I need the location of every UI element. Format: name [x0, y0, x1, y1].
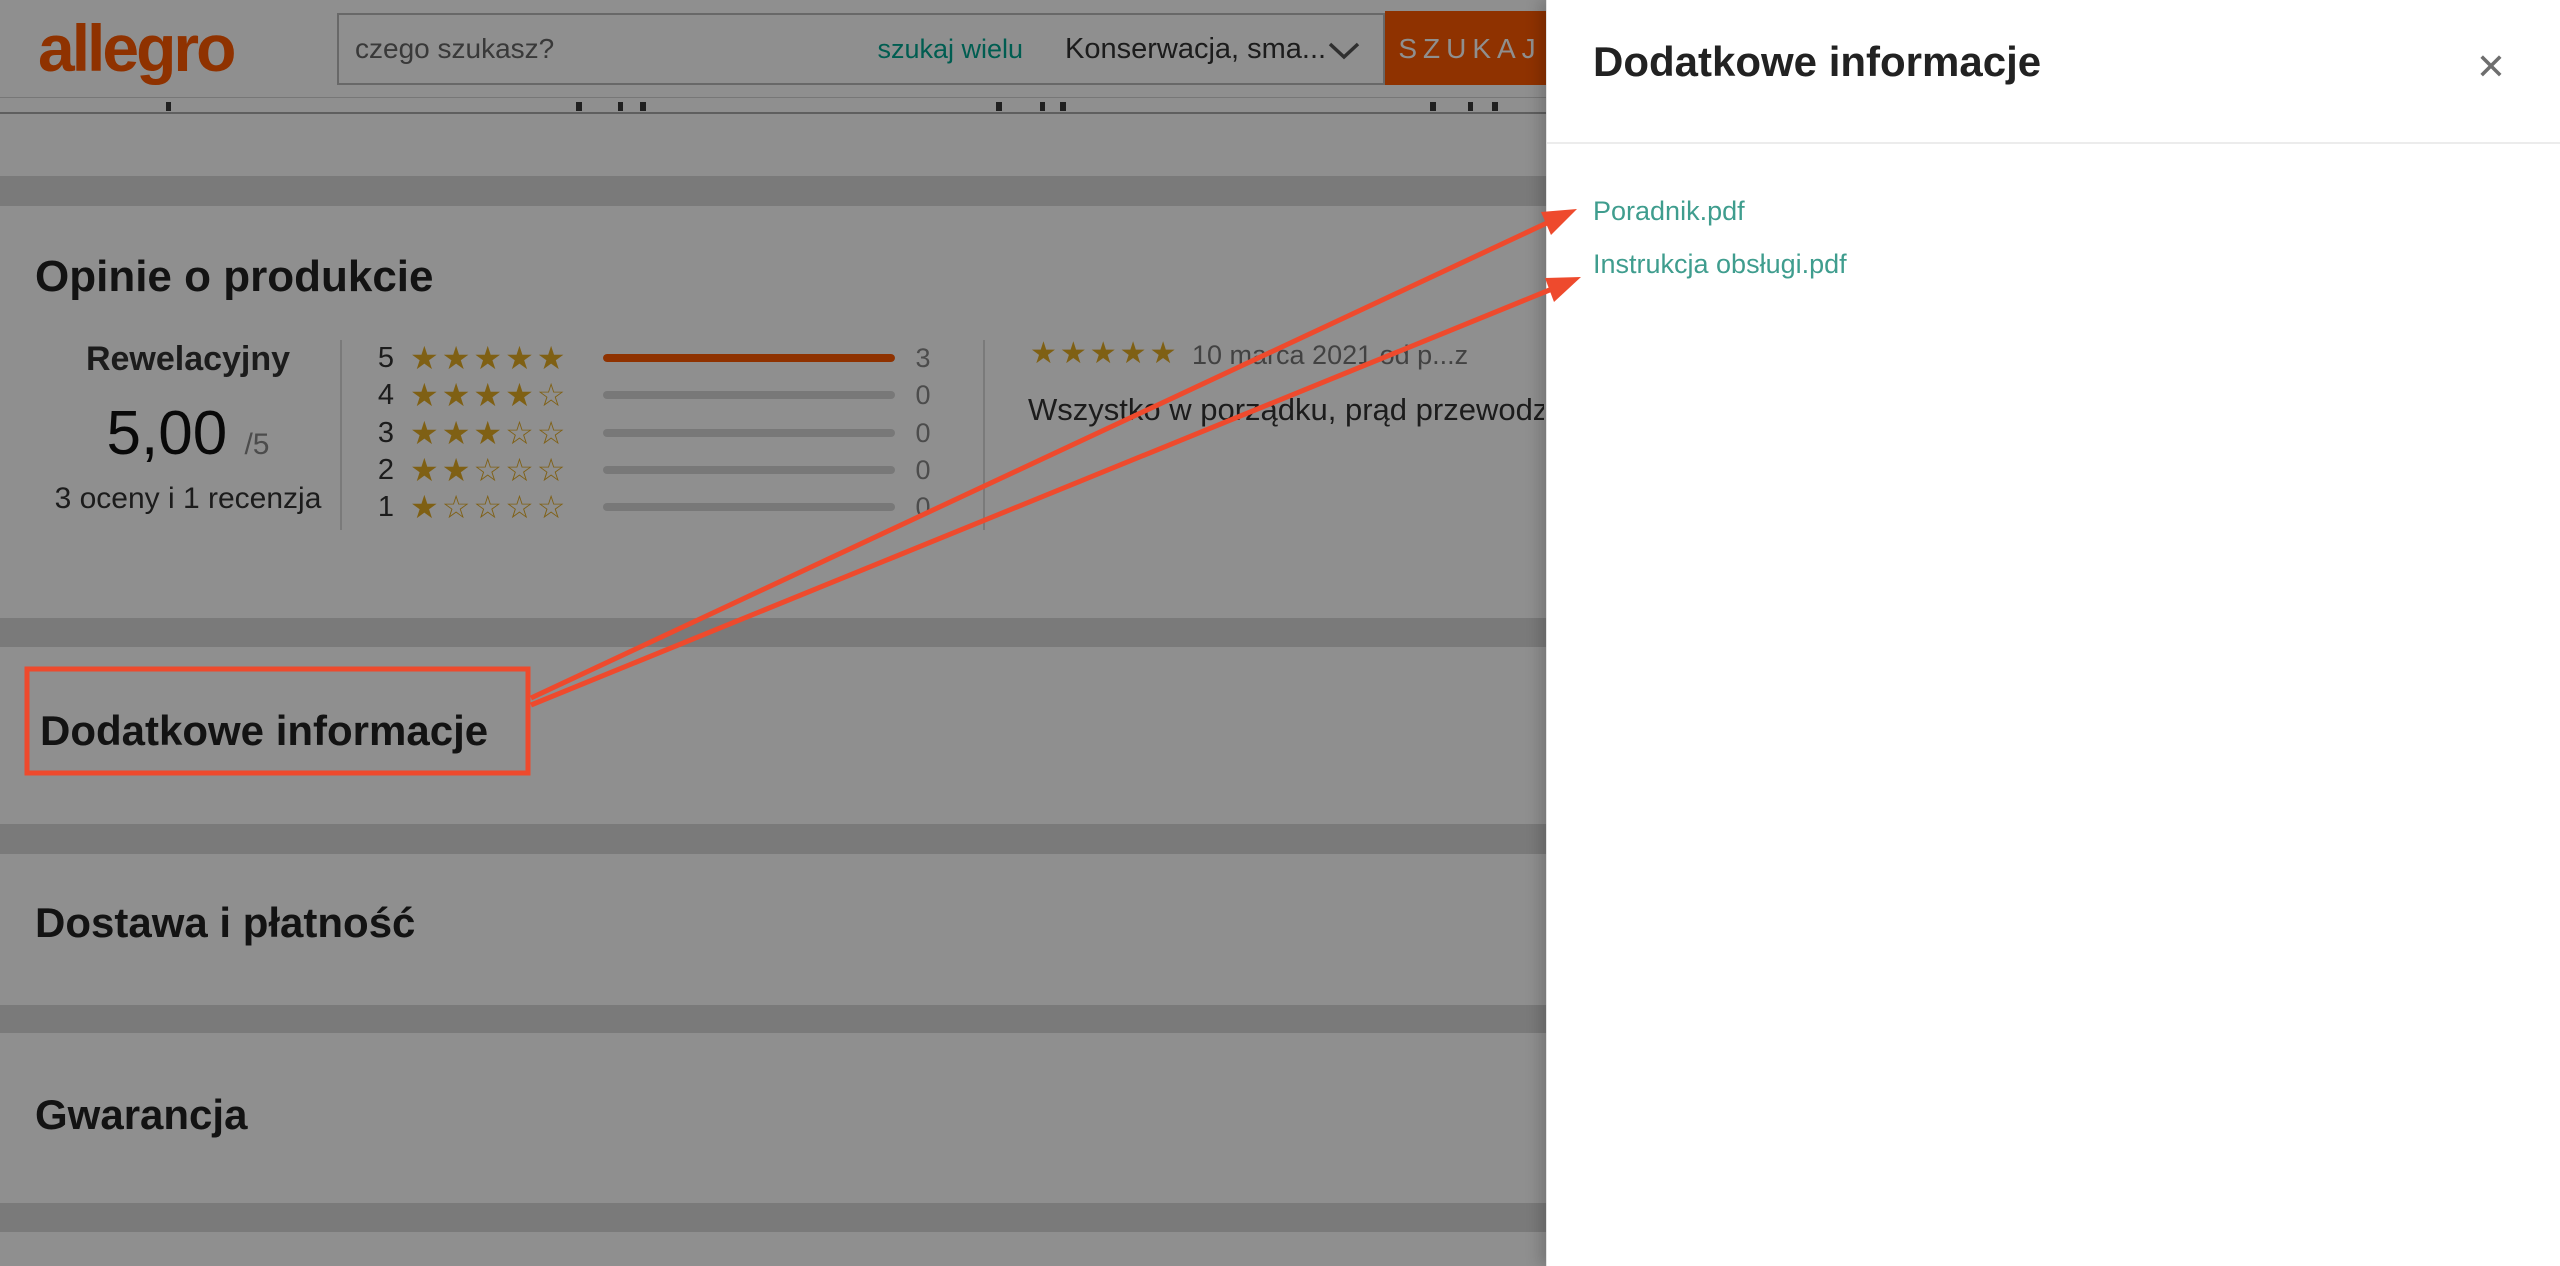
pdf-link-instrukcja[interactable]: Instrukcja obsługi.pdf [1593, 249, 1847, 280]
close-icon[interactable]: ✕ [2463, 40, 2519, 92]
panel-divider [1547, 142, 2560, 144]
panel-title: Dodatkowe informacje [1593, 38, 2041, 86]
additional-info-panel: Dodatkowe informacje ✕ Poradnik.pdf Inst… [1546, 0, 2560, 1266]
pdf-link-poradnik[interactable]: Poradnik.pdf [1593, 196, 1745, 227]
dim-overlay [0, 0, 1546, 1266]
